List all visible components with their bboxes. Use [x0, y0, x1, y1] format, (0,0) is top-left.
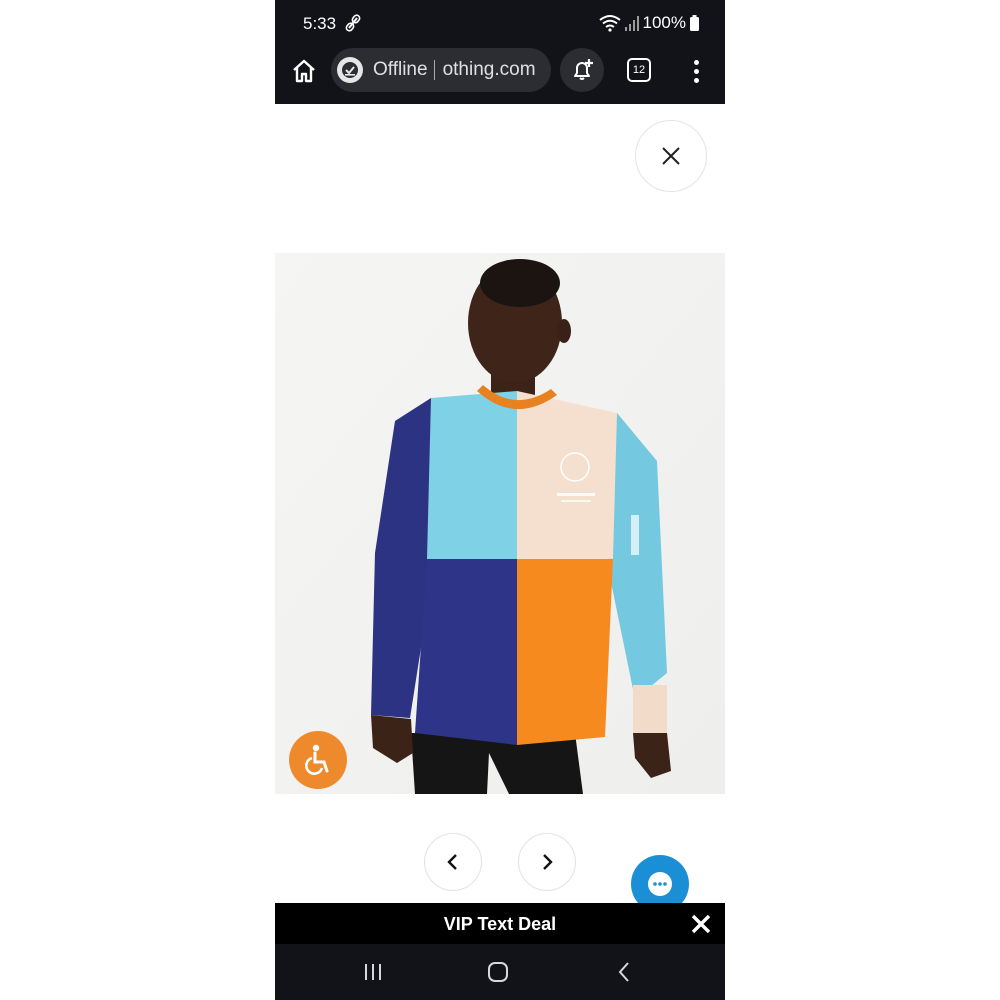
status-time: 5:33 — [303, 14, 337, 33]
accessibility-button[interactable] — [289, 731, 347, 789]
vip-banner[interactable]: VIP Text Deal — [275, 903, 725, 944]
chevron-left-icon — [447, 854, 457, 870]
wifi-icon — [598, 15, 621, 32]
phone-screen: 5:33 100% Offline othing.com 12 VIP Text… — [275, 0, 725, 1000]
kebab-menu-icon[interactable] — [685, 56, 707, 86]
next-image-button[interactable] — [518, 833, 576, 891]
vip-close-button[interactable] — [689, 912, 713, 936]
browser-toolbar: Offline othing.com 12 — [275, 48, 725, 104]
close-icon — [662, 147, 680, 165]
back-icon[interactable] — [613, 960, 637, 984]
signal-icon — [624, 16, 639, 31]
link-icon — [345, 14, 361, 32]
url-separator — [433, 60, 435, 80]
recent-apps-icon[interactable] — [361, 960, 385, 984]
status-indicators: 100% — [598, 12, 699, 34]
model-shirt-illustration — [275, 253, 725, 794]
close-icon — [691, 914, 711, 934]
previous-image-button[interactable] — [424, 833, 482, 891]
close-modal-button[interactable] — [635, 120, 707, 192]
battery-icon — [690, 15, 699, 31]
wheelchair-icon — [305, 744, 329, 775]
battery-level: 100% — [642, 13, 686, 32]
bell-add-icon — [574, 59, 593, 80]
product-image — [275, 253, 725, 794]
url-host: othing.com — [442, 59, 536, 80]
system-home-icon[interactable] — [486, 960, 510, 984]
address-bar[interactable]: Offline othing.com — [331, 48, 551, 92]
home-button[interactable] — [289, 56, 319, 86]
notification-button[interactable] — [560, 48, 604, 92]
chevron-right-icon — [543, 854, 553, 870]
tab-switcher-button[interactable]: 12 — [627, 58, 651, 82]
offline-check-icon — [337, 57, 363, 83]
status-bar: 5:33 100% — [275, 0, 725, 48]
chat-bubble-icon — [648, 872, 672, 896]
home-icon — [293, 59, 315, 83]
offline-label: Offline — [373, 59, 428, 80]
system-navigation-bar — [275, 944, 725, 1000]
vip-banner-text: VIP Text Deal — [443, 914, 557, 934]
